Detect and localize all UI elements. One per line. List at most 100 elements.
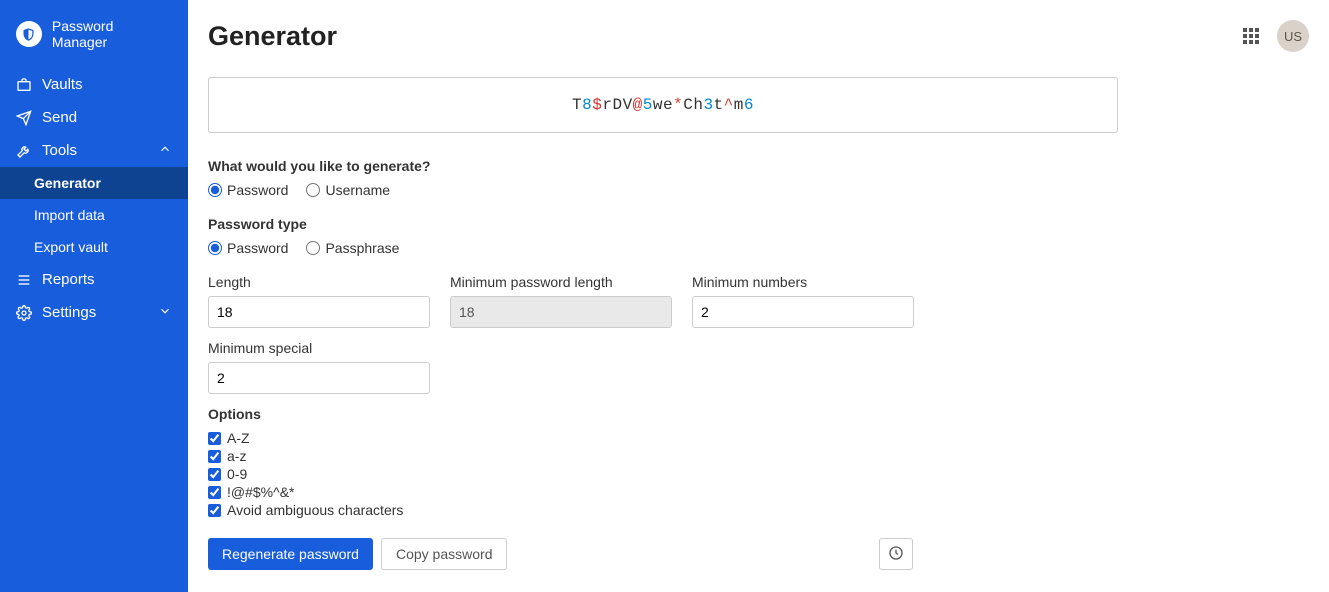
sidebar: Password Manager Vaults Send Tools Gener… [0, 0, 188, 592]
sidebar-subitem-export[interactable]: Export vault [0, 231, 188, 263]
generated-password-display: T8$rDV@5we*Ch3t^m6 [208, 77, 1118, 133]
sidebar-item-label: Tools [42, 142, 77, 159]
clock-icon [888, 545, 904, 564]
option-digits[interactable]: 0-9 [208, 466, 1118, 482]
sidebar-item-label: Vaults [42, 76, 83, 93]
radio-username-input[interactable] [306, 183, 320, 197]
min-length-label: Minimum password length [450, 274, 672, 290]
min-numbers-label: Minimum numbers [692, 274, 914, 290]
radio-username[interactable]: Username [306, 182, 390, 198]
list-icon [16, 272, 32, 288]
radio-password[interactable]: Password [208, 182, 288, 198]
wrench-icon [16, 143, 32, 159]
password-char: m [734, 96, 744, 114]
radio-label: Passphrase [325, 240, 399, 256]
password-char: V [623, 96, 633, 114]
main-content: Generator US T8$rDV@5we*Ch3t^m6 What wou… [188, 0, 1329, 592]
radio-ptype-password[interactable]: Password [208, 240, 288, 256]
length-input[interactable] [208, 296, 430, 328]
min-length-input [450, 296, 672, 328]
option-ambiguous[interactable]: Avoid ambiguous characters [208, 502, 1118, 518]
option-label: A-Z [227, 430, 250, 446]
min-length-field-group: Minimum password length [450, 274, 672, 328]
history-button[interactable] [879, 538, 913, 570]
product-name: Password Manager [52, 18, 172, 50]
option-label: Avoid ambiguous characters [227, 502, 403, 518]
password-char: 8 [582, 96, 592, 114]
sidebar-subitem-import[interactable]: Import data [0, 199, 188, 231]
min-special-input[interactable] [208, 362, 430, 394]
password-char: t [714, 96, 724, 114]
password-char: r [602, 96, 612, 114]
password-type-radio-group: Password Passphrase [208, 240, 1118, 256]
min-special-field-group: Minimum special [208, 340, 430, 394]
min-numbers-field-group: Minimum numbers [692, 274, 914, 328]
copy-password-button[interactable]: Copy password [381, 538, 508, 570]
length-field-group: Length [208, 274, 430, 328]
briefcase-icon [16, 77, 32, 93]
password-char: $ [592, 96, 602, 114]
sidebar-item-label: Reports [42, 271, 95, 288]
chevron-down-icon [158, 304, 172, 321]
radio-label: Password [227, 182, 288, 198]
password-char: D [612, 96, 622, 114]
regenerate-button[interactable]: Regenerate password [208, 538, 373, 570]
password-char: * [673, 96, 683, 114]
min-special-label: Minimum special [208, 340, 430, 356]
page-header: Generator US [208, 20, 1309, 52]
options-checkbox-list: A-Z a-z 0-9 !@#$%^&* Avoid ambiguous charact… [208, 430, 1118, 518]
option-lower[interactable]: a-z [208, 448, 1118, 464]
radio-ptype-passphrase-input[interactable] [306, 241, 320, 255]
what-generate-label: What would you like to generate? [208, 158, 1118, 174]
sidebar-item-reports[interactable]: Reports [0, 263, 188, 296]
password-char: ^ [724, 96, 734, 114]
password-char: w [653, 96, 663, 114]
apps-grid-icon[interactable] [1243, 28, 1259, 44]
option-special-checkbox[interactable] [208, 486, 221, 499]
length-label: Length [208, 274, 430, 290]
what-generate-radio-group: Password Username [208, 182, 1118, 198]
option-ambiguous-checkbox[interactable] [208, 504, 221, 517]
sidebar-item-label: Send [42, 109, 77, 126]
password-char: 5 [643, 96, 653, 114]
radio-label: Username [325, 182, 390, 198]
sidebar-item-send[interactable]: Send [0, 101, 188, 134]
password-type-label: Password type [208, 216, 1118, 232]
password-char: C [683, 96, 693, 114]
password-char: T [572, 96, 582, 114]
number-fields-row-2: Minimum special [208, 340, 1118, 394]
option-label: !@#$%^&* [227, 484, 294, 500]
option-upper[interactable]: A-Z [208, 430, 1118, 446]
radio-ptype-passphrase[interactable]: Passphrase [306, 240, 399, 256]
sidebar-subitem-generator[interactable]: Generator [0, 167, 188, 199]
sidebar-subitem-label: Export vault [34, 239, 108, 255]
gear-icon [16, 305, 32, 321]
option-digits-checkbox[interactable] [208, 468, 221, 481]
sidebar-item-label: Settings [42, 304, 96, 321]
password-char: 3 [703, 96, 713, 114]
radio-label: Password [227, 240, 288, 256]
option-upper-checkbox[interactable] [208, 432, 221, 445]
sidebar-item-tools[interactable]: Tools [0, 134, 188, 167]
avatar[interactable]: US [1277, 20, 1309, 52]
radio-ptype-password-input[interactable] [208, 241, 222, 255]
product-logo-area[interactable]: Password Manager [0, 18, 188, 68]
sidebar-subitem-label: Generator [34, 175, 101, 191]
option-label: 0-9 [227, 466, 247, 482]
option-special[interactable]: !@#$%^&* [208, 484, 1118, 500]
sidebar-item-vaults[interactable]: Vaults [0, 68, 188, 101]
option-lower-checkbox[interactable] [208, 450, 221, 463]
password-char: 6 [744, 96, 754, 114]
sidebar-item-settings[interactable]: Settings [0, 296, 188, 329]
password-char: e [663, 96, 673, 114]
chevron-up-icon [158, 142, 172, 159]
radio-password-input[interactable] [208, 183, 222, 197]
header-actions: US [1243, 20, 1309, 52]
generator-form: T8$rDV@5we*Ch3t^m6 What would you like t… [208, 77, 1118, 570]
password-char: @ [633, 96, 643, 114]
min-numbers-input[interactable] [692, 296, 914, 328]
number-fields-row-1: Length Minimum password length Minimum n… [208, 274, 1118, 328]
option-label: a-z [227, 448, 246, 464]
page-title: Generator [208, 21, 337, 52]
options-label: Options [208, 406, 1118, 422]
